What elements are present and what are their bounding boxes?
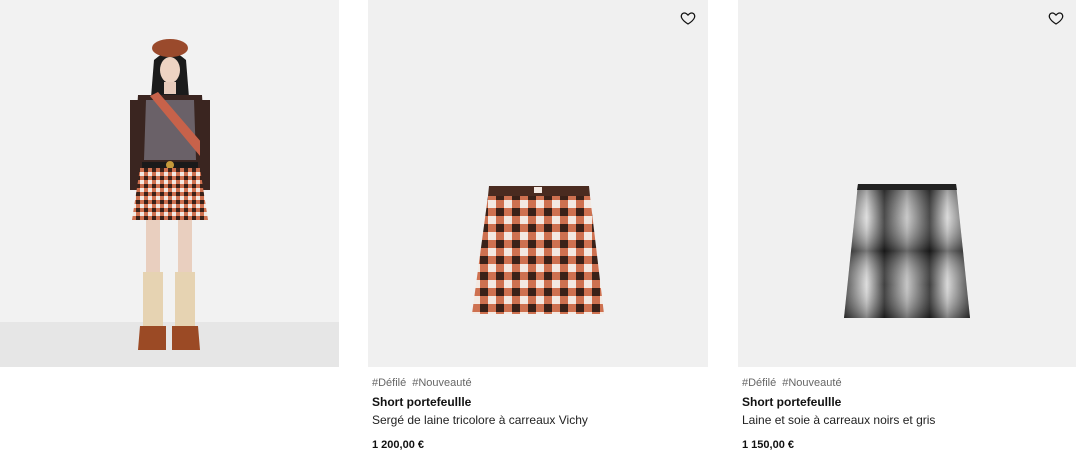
tag-nouveaute[interactable]: #Nouveauté: [412, 377, 471, 389]
product-info: #Défilé #Nouveauté Short portefeullle Ser…: [372, 376, 704, 452]
model-illustration: [130, 39, 210, 350]
product-description[interactable]: Sergé de laine tricolore à carreaux Vich…: [372, 412, 704, 428]
product-tags: #Défilé #Nouveauté: [372, 376, 704, 390]
wishlist-heart-icon[interactable]: [680, 10, 696, 26]
product-price: 1 200,00 €: [372, 439, 424, 451]
tag-defile[interactable]: #Défilé: [372, 377, 406, 389]
product-tags: #Défilé #Nouveauté: [742, 376, 1072, 390]
skirt-vichy-illustration: [472, 186, 604, 314]
product-image[interactable]: [368, 0, 708, 367]
product-name[interactable]: Short portefeullle: [372, 394, 704, 410]
product-name[interactable]: Short portefeullle: [742, 394, 1072, 410]
look-image[interactable]: [0, 0, 339, 367]
tag-nouveaute[interactable]: #Nouveauté: [782, 377, 841, 389]
skirt-plaid-illustration: [844, 184, 970, 318]
product-price: 1 150,00 €: [742, 439, 794, 451]
wishlist-heart-icon[interactable]: [1048, 10, 1064, 26]
product-info: #Défilé #Nouveauté Short portefeullle Lai…: [742, 376, 1072, 452]
product-description[interactable]: Laine et soie à carreaux noirs et gris: [742, 412, 1072, 428]
product-image[interactable]: [738, 0, 1076, 367]
tag-defile[interactable]: #Défilé: [742, 377, 776, 389]
